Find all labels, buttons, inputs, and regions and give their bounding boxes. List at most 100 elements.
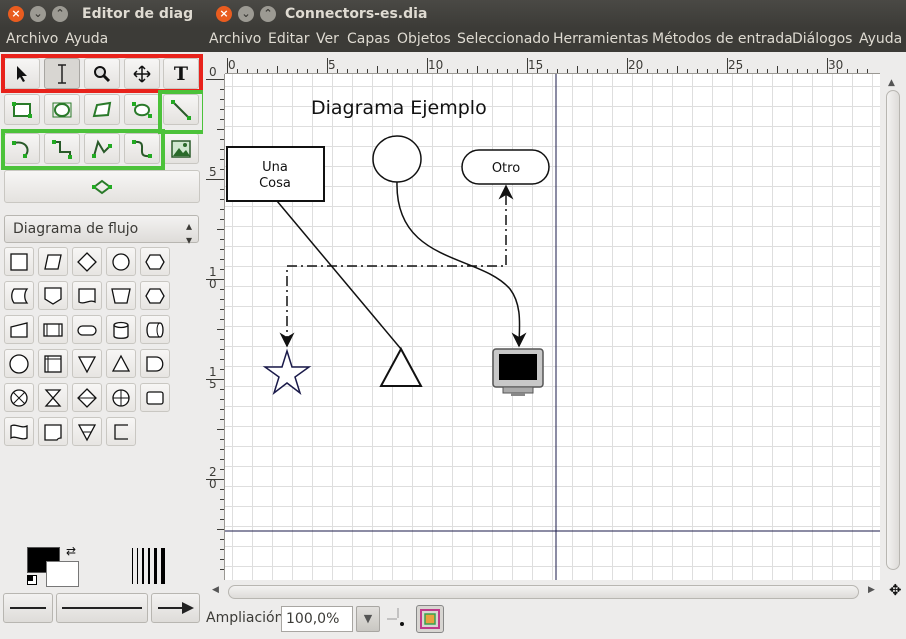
pointer-tool[interactable]: [4, 58, 40, 89]
sort-shape-tool[interactable]: [72, 383, 102, 412]
manual-operation-shape-tool[interactable]: [106, 281, 136, 310]
summing-junction-shape-tool[interactable]: [4, 383, 34, 412]
polygon-tool[interactable]: [84, 94, 120, 125]
ruler-tick: [577, 66, 578, 73]
preparation-shape-tool[interactable]: [140, 247, 170, 276]
merge-shape-tool[interactable]: [72, 349, 102, 378]
offpage-shape-tool[interactable]: [38, 281, 68, 310]
ruler-h-label: 15: [528, 58, 544, 72]
circle-shape[interactable]: [372, 135, 422, 183]
offline-storage-shape-tool[interactable]: [72, 417, 102, 446]
menu-archivo[interactable]: Archivo: [209, 31, 261, 47]
magnetic-disk-shape-tool[interactable]: [106, 315, 136, 344]
zigzag-tool[interactable]: [44, 133, 80, 164]
line-width-selector[interactable]: [130, 546, 172, 586]
menu-editar[interactable]: Editar: [268, 31, 309, 47]
snap-to-grid-toggle[interactable]: [384, 605, 412, 633]
or-shape-tool[interactable]: [106, 383, 136, 412]
sheet-selector[interactable]: Diagrama de flujo ▴ ▾: [4, 215, 199, 247]
maximize-icon[interactable]: ⌃: [260, 6, 276, 22]
document-shape-tool[interactable]: [72, 281, 102, 310]
bezierline-icon: [132, 139, 152, 158]
horizontal-scrollbar[interactable]: ◀ ▶ ✥: [206, 580, 906, 604]
manual-input-shape-tool[interactable]: [4, 315, 34, 344]
bezierline-tool[interactable]: [124, 133, 160, 164]
menu-ayuda[interactable]: Ayuda: [859, 31, 902, 47]
line-tool[interactable]: [163, 94, 199, 125]
circle-shape-tool[interactable]: [4, 349, 34, 378]
vertical-scroll-thumb[interactable]: [886, 90, 900, 570]
minimize-icon[interactable]: ⌄: [30, 6, 46, 22]
image-icon: [171, 139, 191, 158]
zoom-dropdown-button[interactable]: ▼: [356, 606, 380, 632]
scroll-left-arrow-icon[interactable]: ◀: [212, 585, 219, 595]
punched-tape-shape-tool[interactable]: [4, 417, 34, 446]
hexagon-shape-tool[interactable]: [140, 281, 170, 310]
menu-herramientas[interactable]: Herramientas: [553, 31, 648, 47]
stored-data-shape-tool[interactable]: [4, 281, 34, 310]
background-color-swatch[interactable]: [46, 561, 79, 587]
line-box-to-triangle[interactable]: [276, 200, 402, 350]
menu-ver[interactable]: Ver: [316, 31, 339, 47]
computer-shape[interactable]: [492, 348, 544, 396]
menu-objetos[interactable]: Objetos: [397, 31, 451, 47]
predefined-process-shape-tool[interactable]: [38, 315, 68, 344]
swap-colors-icon[interactable]: ⇄: [66, 544, 76, 558]
menu-seleccionado[interactable]: Seleccionado: [457, 31, 550, 47]
decision-shape-tool[interactable]: [72, 247, 102, 276]
arc-tool[interactable]: [4, 133, 40, 164]
internal-storage-shape-tool[interactable]: [38, 349, 68, 378]
delay-shape-tool[interactable]: [140, 349, 170, 378]
scroll-right-arrow-icon[interactable]: ▶: [868, 585, 875, 595]
extract-shape-tool[interactable]: [106, 349, 136, 378]
menu-métodos-de-entrada[interactable]: Métodos de entrada: [652, 31, 793, 47]
ruler-tick: [220, 499, 224, 500]
direct-access-shape-tool[interactable]: [140, 315, 170, 344]
ellipse-tool[interactable]: [44, 94, 80, 125]
text-tool[interactable]: T: [163, 58, 199, 89]
vertical-scrollbar[interactable]: ▲: [880, 74, 906, 580]
default-colors-icon[interactable]: [27, 575, 37, 585]
bezier-circle-to-computer[interactable]: [396, 181, 527, 348]
polyline-tool[interactable]: [84, 133, 120, 164]
data-shape-tool[interactable]: [38, 247, 68, 276]
close-icon[interactable]: ×: [8, 6, 24, 22]
zoom-input[interactable]: [281, 606, 353, 632]
diagram-heading[interactable]: Diagrama Ejemplo: [311, 97, 487, 119]
navigation-move-icon[interactable]: ✥: [889, 581, 902, 599]
minimize-icon[interactable]: ⌄: [238, 6, 254, 22]
diagram-canvas[interactable]: Diagrama Ejemplo Una Cosa Otro: [225, 74, 880, 580]
card-shape-tool[interactable]: [38, 417, 68, 446]
start-arrow-button[interactable]: [3, 593, 53, 623]
maximize-icon[interactable]: ⌃: [52, 6, 68, 22]
text-edit-tool[interactable]: [44, 58, 80, 89]
box-tool[interactable]: [4, 94, 40, 125]
zigzag-star-to-otro[interactable]: [279, 184, 514, 348]
star-shape[interactable]: [262, 348, 312, 396]
image-tool[interactable]: [163, 133, 199, 164]
ruler-tick: [220, 319, 224, 320]
menu-ayuda[interactable]: Ayuda: [65, 31, 108, 47]
terminator-shape-tool[interactable]: [72, 315, 102, 344]
connector-shape-tool[interactable]: [106, 247, 136, 276]
process-shape-tool[interactable]: [4, 247, 34, 276]
scroll-up-arrow-icon[interactable]: ▲: [888, 78, 895, 88]
line-style-button[interactable]: [56, 593, 148, 623]
menu-archivo[interactable]: Archivo: [6, 31, 58, 47]
beziergon-tool[interactable]: [124, 94, 160, 125]
zoom-tool[interactable]: [84, 58, 120, 89]
menu-diálogos[interactable]: Diálogos: [792, 31, 852, 47]
ruler-tick: [557, 69, 558, 73]
annotation-shape-tool[interactable]: [106, 417, 136, 446]
scroll-tool[interactable]: [124, 58, 160, 89]
close-icon[interactable]: ×: [216, 6, 232, 22]
menu-capas[interactable]: Capas: [347, 31, 390, 47]
ruler-tick: [220, 139, 224, 140]
horizontal-scroll-thumb[interactable]: [228, 585, 859, 599]
object-snap-toggle[interactable]: [416, 605, 444, 633]
triangle-shape[interactable]: [379, 346, 423, 387]
end-arrow-button[interactable]: [151, 593, 200, 623]
rounded-box-shape-tool[interactable]: [140, 383, 170, 412]
collate-shape-tool[interactable]: [38, 383, 68, 412]
outline-tool[interactable]: [4, 170, 200, 203]
